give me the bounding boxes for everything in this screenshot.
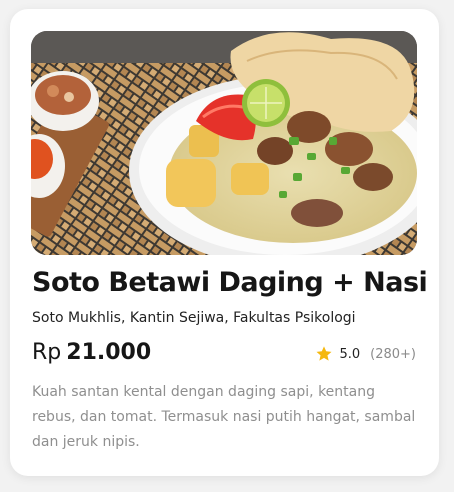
menu-item-description: Kuah santan kental dengan daging sapi, k… [32, 384, 416, 450]
menu-item-card[interactable]: Soto Betawi Daging + Nasi Soto Mukhlis, … [10, 9, 439, 476]
menu-item-title: Soto Betawi Daging + Nasi [32, 267, 428, 298]
price-currency: Rp [32, 340, 62, 365]
menu-item-location: Soto Mukhlis, Kantin Sejiwa, Fakultas Ps… [32, 310, 356, 326]
food-photo [31, 31, 417, 255]
rating-count: (280+) [370, 346, 416, 362]
price-value: 21.000 [66, 340, 152, 365]
star-icon [316, 346, 332, 361]
rating-score: 5.0 [339, 346, 361, 362]
menu-item-price: Rp 21.000 [32, 340, 151, 365]
menu-item-rating: 5.0 (280+) [315, 345, 416, 363]
